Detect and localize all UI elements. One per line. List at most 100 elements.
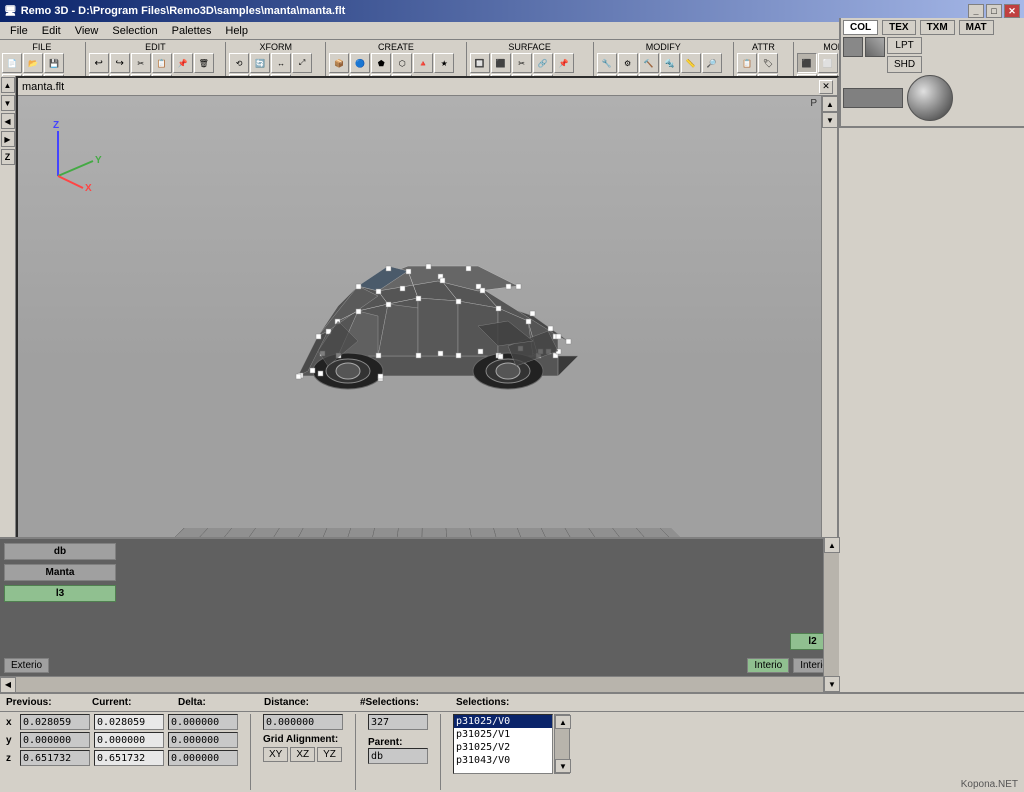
tb-cr4[interactable]: ⬡ xyxy=(392,53,412,73)
vscroll-up[interactable]: ▲ xyxy=(822,96,838,112)
tb-mo3[interactable]: 🔨 xyxy=(639,53,659,73)
color-swatch-1[interactable] xyxy=(843,37,863,57)
selections-scrollbar[interactable]: ▲ ▼ xyxy=(554,714,570,774)
distance-value[interactable] xyxy=(263,714,343,730)
z-current[interactable] xyxy=(94,750,164,766)
menu-help[interactable]: Help xyxy=(219,24,254,38)
color-swatches: LPT SHD xyxy=(843,37,1022,73)
minimize-button[interactable]: _ xyxy=(968,4,984,18)
menu-edit[interactable]: Edit xyxy=(36,24,67,38)
tree-hscroll[interactable]: ◀ ▶ xyxy=(0,676,839,692)
tree-vscroll[interactable]: ▲ ▼ xyxy=(823,537,839,692)
parent-label: Parent: xyxy=(368,737,402,748)
tb-mo1[interactable]: 🔧 xyxy=(597,53,617,73)
y-delta[interactable] xyxy=(168,732,238,748)
tree-node-l3[interactable]: l3 xyxy=(4,585,116,602)
menu-palettes[interactable]: Palettes xyxy=(166,24,218,38)
tb-xf4[interactable]: ⤢ xyxy=(292,53,312,73)
tb-open[interactable]: 📂 xyxy=(23,53,43,73)
tb-md2[interactable]: ⬜ xyxy=(818,53,838,73)
tb-mo5[interactable]: 📏 xyxy=(681,53,701,73)
tab-mat[interactable]: MAT xyxy=(959,20,994,35)
ga-xy[interactable]: XY xyxy=(263,747,288,762)
ga-xz[interactable]: XZ xyxy=(290,747,315,762)
tab-txm[interactable]: TXM xyxy=(920,20,955,35)
sphere-preview xyxy=(907,75,953,121)
color-swatch-2[interactable] xyxy=(865,37,885,57)
sidebar-left[interactable]: ◀ xyxy=(1,113,15,129)
shd-button[interactable]: SHD xyxy=(887,56,922,73)
tb-copy[interactable]: 📋 xyxy=(152,53,172,73)
menu-file[interactable]: File xyxy=(4,24,34,38)
tree-node-manta[interactable]: Manta xyxy=(4,564,116,581)
sel-scroll-up[interactable]: ▲ xyxy=(555,715,571,729)
sel-item-1[interactable]: p31025/V0 xyxy=(454,715,552,728)
y-current[interactable] xyxy=(94,732,164,748)
vscroll-down[interactable]: ▼ xyxy=(822,112,838,128)
sidebar-z[interactable]: Z xyxy=(1,149,15,165)
tb-su4[interactable]: 🔗 xyxy=(533,53,553,73)
tb-save[interactable]: 💾 xyxy=(44,53,64,73)
viewport-controls[interactable]: ✕ xyxy=(819,80,833,94)
tree-node-db[interactable]: db xyxy=(4,543,116,560)
tb-cr5[interactable]: 🔺 xyxy=(413,53,433,73)
tb-xf1[interactable]: ⟲ xyxy=(229,53,249,73)
tb-su2[interactable]: ⬛ xyxy=(491,53,511,73)
z-previous[interactable] xyxy=(20,750,90,766)
sidebar-down[interactable]: ▼ xyxy=(1,95,15,111)
x-delta[interactable] xyxy=(168,714,238,730)
tb-cr3[interactable]: ⬟ xyxy=(371,53,391,73)
viewport-close[interactable]: ✕ xyxy=(819,80,833,94)
hscroll-left[interactable]: ◀ xyxy=(0,677,16,693)
sel-item-2[interactable]: p31025/V1 xyxy=(454,728,552,741)
tb-mo6[interactable]: 🔎 xyxy=(702,53,722,73)
x-current[interactable] xyxy=(94,714,164,730)
sel-item-3[interactable]: p31025/V2 xyxy=(454,741,552,754)
tb-cut[interactable]: ✂ xyxy=(131,53,151,73)
z-delta[interactable] xyxy=(168,750,238,766)
tree-vscroll-up[interactable]: ▲ xyxy=(824,537,840,553)
status-labels-row: Previous: Current: Delta: Distance: #Sel… xyxy=(0,694,1024,712)
tb-paste[interactable]: 📌 xyxy=(173,53,193,73)
tab-col[interactable]: COL xyxy=(843,20,878,35)
tb-new[interactable]: 📄 xyxy=(2,53,22,73)
tb-mo2[interactable]: ⚙ xyxy=(618,53,638,73)
titlebar-buttons[interactable]: _ □ ✕ xyxy=(968,4,1020,18)
menu-view[interactable]: View xyxy=(69,24,105,38)
y-previous[interactable] xyxy=(20,732,90,748)
close-button[interactable]: ✕ xyxy=(1004,4,1020,18)
lpt-button[interactable]: LPT xyxy=(887,37,922,54)
tb-su5[interactable]: 📌 xyxy=(554,53,574,73)
tb-at1[interactable]: 📋 xyxy=(737,53,757,73)
menu-selection[interactable]: Selection xyxy=(106,24,163,38)
selections-count-input[interactable] xyxy=(368,714,428,730)
exterio-button[interactable]: Exterio xyxy=(4,658,49,673)
tb-su1[interactable]: 🔲 xyxy=(470,53,490,73)
sel-item-4[interactable]: p31043/V0 xyxy=(454,754,552,767)
tb-undo[interactable]: ↩ xyxy=(89,53,109,73)
tb-at2[interactable]: 🏷 xyxy=(758,53,778,73)
x-previous[interactable] xyxy=(20,714,90,730)
tb-mo4[interactable]: 🔩 xyxy=(660,53,680,73)
tb-su3[interactable]: ✂ xyxy=(512,53,532,73)
parent-input[interactable] xyxy=(368,748,428,764)
tb-xf2[interactable]: 🔄 xyxy=(250,53,270,73)
tb-cr2[interactable]: 🔵 xyxy=(350,53,370,73)
tb-redo[interactable]: ↪ xyxy=(110,53,130,73)
tab-tex[interactable]: TEX xyxy=(882,20,915,35)
interio-button-1[interactable]: Interio xyxy=(747,658,789,673)
tb-delete[interactable]: 🗑 xyxy=(194,53,214,73)
tb-xf3[interactable]: ↔ xyxy=(271,53,291,73)
grid-align-section: Grid Alignment: XY XZ YZ xyxy=(263,734,343,762)
ga-yz[interactable]: YZ xyxy=(317,747,342,762)
maximize-button[interactable]: □ xyxy=(986,4,1002,18)
sel-scroll-down[interactable]: ▼ xyxy=(555,759,571,773)
tb-cr1[interactable]: 📦 xyxy=(329,53,349,73)
tb-md1[interactable]: ⬛ xyxy=(797,53,817,73)
sidebar-right[interactable]: ▶ xyxy=(1,131,15,147)
tree-vscroll-down[interactable]: ▼ xyxy=(824,676,840,692)
sidebar-up[interactable]: ▲ xyxy=(1,77,15,93)
tb-cr6[interactable]: ★ xyxy=(434,53,454,73)
selections-list[interactable]: p31025/V0 p31025/V1 p31025/V2 p31043/V0 xyxy=(453,714,553,774)
sphere-row xyxy=(843,75,1022,121)
